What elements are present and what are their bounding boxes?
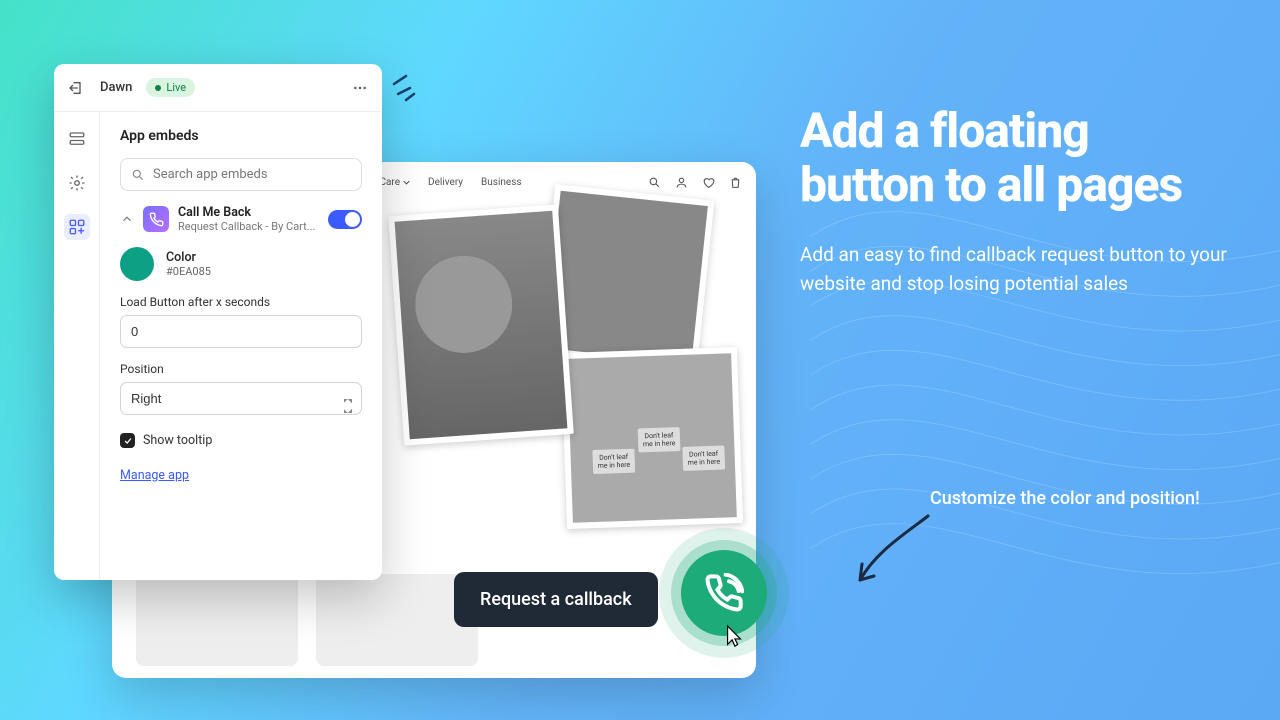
- marketing-subtext: Customize the color and position!: [930, 486, 1230, 511]
- placeholder-tile: [136, 574, 298, 666]
- theme-editor-panel: Dawn Live App embeds Search app embeds: [54, 64, 382, 580]
- color-swatch[interactable]: [120, 247, 154, 281]
- app-subtitle: Request Callback - By Cart...: [178, 220, 319, 233]
- color-label: Color: [166, 250, 211, 265]
- arrow-annotation: [850, 510, 940, 590]
- position-select[interactable]: [120, 382, 362, 415]
- color-hex: #0EA085: [166, 265, 211, 278]
- marketing-heading: Add a floating button to all pages: [800, 104, 1230, 212]
- app-icon: [143, 206, 169, 232]
- bag-icon[interactable]: [729, 176, 742, 189]
- rail-settings-icon[interactable]: [64, 170, 90, 196]
- app-toggle[interactable]: [328, 210, 362, 229]
- phone-icon: [704, 573, 744, 613]
- chevron-down-icon: [403, 179, 410, 186]
- spark-decoration: [388, 64, 428, 104]
- marketing-body: Add an easy to find callback request but…: [800, 240, 1230, 299]
- exit-icon[interactable]: [66, 78, 86, 98]
- app-title: Call Me Back: [178, 205, 319, 220]
- rail-sections-icon[interactable]: [64, 126, 90, 152]
- show-tooltip-checkbox[interactable]: [120, 433, 135, 448]
- manage-app-link[interactable]: Manage app: [120, 468, 189, 483]
- delay-input[interactable]: [120, 315, 362, 348]
- search-placeholder: Search app embeds: [153, 167, 268, 182]
- delay-label: Load Button after x seconds: [120, 295, 362, 309]
- live-badge: Live: [146, 78, 195, 97]
- cursor-icon: [723, 624, 745, 652]
- search-icon: [131, 168, 145, 182]
- theme-name: Dawn: [100, 80, 132, 95]
- show-tooltip-label: Show tooltip: [143, 433, 212, 448]
- rail-apps-icon[interactable]: [64, 214, 90, 240]
- search-input[interactable]: Search app embeds: [120, 158, 362, 191]
- search-icon[interactable]: [648, 176, 661, 189]
- more-icon[interactable]: [350, 78, 370, 98]
- chevron-up-icon[interactable]: [120, 212, 134, 226]
- heart-icon[interactable]: [702, 176, 715, 189]
- position-label: Position: [120, 362, 362, 376]
- nav-business[interactable]: Business: [481, 177, 521, 188]
- nav-delivery[interactable]: Delivery: [428, 177, 463, 188]
- callback-tooltip: Request a callback: [454, 572, 658, 627]
- user-icon[interactable]: [675, 176, 688, 189]
- section-title: App embeds: [120, 128, 362, 144]
